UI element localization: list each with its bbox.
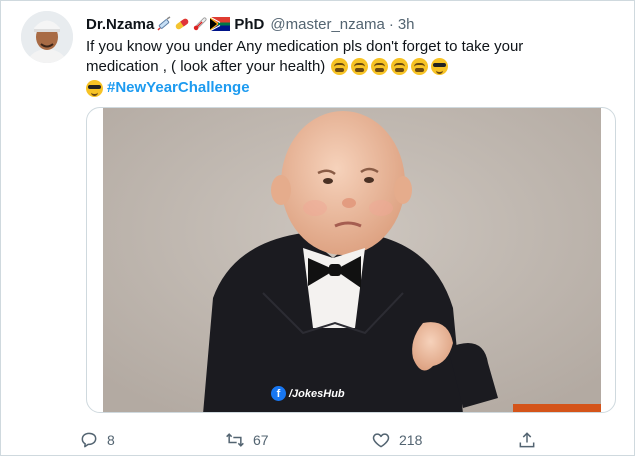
share-button[interactable] <box>517 430 537 450</box>
weary-face-icon <box>391 58 409 75</box>
like-button[interactable]: 218 <box>371 430 517 450</box>
tweet-card[interactable]: Dr.Nzama PhD @master_nzama · 3h If you k… <box>0 0 635 456</box>
retweet-icon <box>226 433 244 447</box>
watermark-text: /JokesHub <box>289 387 345 400</box>
tweet-media[interactable]: f /JokesHub <box>86 107 616 413</box>
hashtag-link[interactable]: #NewYearChallenge <box>107 78 250 98</box>
weary-face-icon <box>371 58 389 75</box>
tweet-text-line-1: If you know you under Any medication pls… <box>86 38 524 55</box>
author-handle[interactable]: @master_nzama <box>270 16 384 33</box>
avatar[interactable] <box>21 11 73 63</box>
hashtag-line: #NewYearChallenge <box>86 78 606 98</box>
sunglasses-face-icon <box>86 79 103 97</box>
author-name[interactable]: Dr.Nzama <box>86 16 154 33</box>
share-icon <box>519 432 535 448</box>
weary-faces-emojis <box>331 58 449 75</box>
tweet-text: If you know you under Any medication pls… <box>86 37 606 98</box>
tweet-actions: 8 67 218 <box>79 426 559 454</box>
media-watermark: f /JokesHub <box>271 386 345 401</box>
reply-icon <box>81 432 97 448</box>
retweet-button[interactable]: 67 <box>225 430 371 450</box>
facebook-icon: f <box>271 386 286 401</box>
tweet-header: Dr.Nzama PhD @master_nzama · 3h <box>86 13 622 35</box>
syringe-icon <box>157 16 171 31</box>
weary-face-icon <box>351 58 369 75</box>
baby-in-tuxedo-photo <box>103 108 601 412</box>
tweet-text-line-2: medication , ( look after your health) <box>86 58 326 75</box>
header-separator: · <box>388 15 394 33</box>
heart-icon <box>372 433 390 448</box>
thermometer-icon <box>194 17 207 31</box>
reply-count: 8 <box>107 432 115 448</box>
south-africa-flag-icon <box>210 17 231 31</box>
tweet-text-line-2-wrap: medication , ( look after your health) <box>86 57 606 77</box>
weary-face-icon <box>331 58 349 75</box>
weary-face-icon <box>411 58 429 75</box>
pill-icon <box>176 18 189 30</box>
like-count: 218 <box>399 432 423 448</box>
retweet-count: 67 <box>253 432 269 448</box>
avatar-image <box>21 11 73 63</box>
author-name-emojis <box>156 16 231 32</box>
tweet-timestamp[interactable]: 3h <box>398 16 415 33</box>
reply-button[interactable]: 8 <box>79 430 225 450</box>
author-name-suffix[interactable]: PhD <box>234 16 264 33</box>
sunglasses-face-icon <box>431 58 449 75</box>
